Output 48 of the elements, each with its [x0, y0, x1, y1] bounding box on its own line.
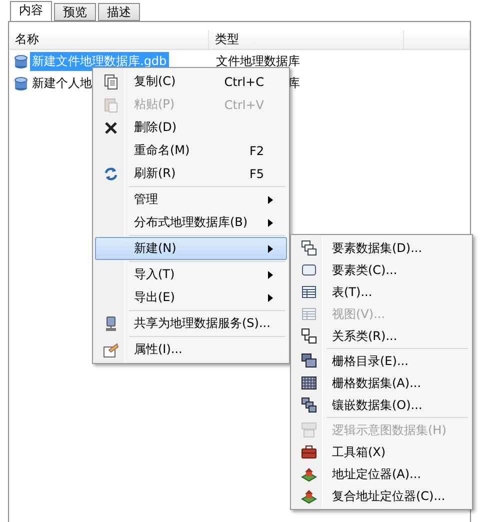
column-title[interactable]: 类型 — [215, 32, 239, 46]
column-title[interactable]: 名称 — [15, 32, 39, 46]
table-icon — [301, 284, 317, 300]
table-icon — [301, 306, 317, 322]
raster-grid-icon — [301, 375, 317, 391]
toolbox-icon — [301, 444, 317, 460]
copy-icon — [103, 74, 119, 90]
menu-item[interactable]: 栅格目录(E)... — [293, 350, 470, 372]
house-icon — [301, 466, 317, 482]
menu-item[interactable]: 分布式地理数据库(B) — [95, 211, 287, 234]
menu-item[interactable]: 工具箱(X) — [293, 441, 470, 463]
menu-item[interactable]: 栅格数据集(A)... — [293, 372, 470, 394]
menu-item[interactable]: 要素数据集(D)... — [293, 237, 470, 259]
menu-item[interactable]: 属性(I)... — [95, 338, 287, 361]
menu-item[interactable]: 要素类(C)... — [293, 259, 470, 281]
mosaic-icon — [301, 397, 317, 413]
menu-item[interactable]: 表(T)... — [293, 281, 470, 303]
menu-item[interactable]: 新建(N) — [95, 237, 287, 260]
dataset-icon — [301, 240, 317, 256]
menu-item[interactable]: 管理 — [95, 188, 287, 211]
feature-class-icon — [301, 262, 317, 278]
menu-item[interactable]: 镶嵌数据集(O)... — [293, 394, 470, 416]
menu-item[interactable]: 刷新(R) F5 — [95, 162, 287, 185]
item-type: 文件地理数据库 — [216, 54, 300, 68]
properties-icon — [103, 342, 119, 358]
menu-item[interactable]: 重命名(M) F2 — [95, 139, 287, 162]
schematic-icon — [301, 422, 317, 438]
relationship-icon — [301, 328, 317, 344]
database-icon — [14, 54, 28, 68]
house-icon — [301, 488, 317, 504]
menu-item[interactable]: 复合地址定位器(C)... — [293, 485, 470, 507]
delete-icon — [103, 120, 119, 136]
paste-icon — [103, 96, 119, 112]
refresh-icon — [103, 166, 119, 182]
database-icon — [14, 76, 28, 90]
tab[interactable]: 内容 — [10, 1, 52, 21]
menu-item[interactable]: 导入(T) — [95, 263, 287, 286]
menu-item[interactable]: 导出(E) — [95, 286, 287, 309]
raster-catalog-icon — [301, 353, 317, 369]
menu-item[interactable]: 复制(C) Ctrl+C — [95, 70, 287, 93]
tab[interactable]: 描述 — [98, 3, 140, 21]
menu-item[interactable]: 地址定位器(A)... — [293, 463, 470, 485]
server-icon — [103, 316, 119, 332]
tab[interactable]: 预览 — [54, 3, 96, 21]
menu-item[interactable]: 共享为地理数据服务(S)... — [95, 312, 287, 335]
menu-item[interactable]: 删除(D) — [95, 116, 287, 139]
item-name[interactable]: 新建个人地 — [30, 74, 94, 93]
menu-item[interactable]: 关系类(R)... — [293, 325, 470, 347]
